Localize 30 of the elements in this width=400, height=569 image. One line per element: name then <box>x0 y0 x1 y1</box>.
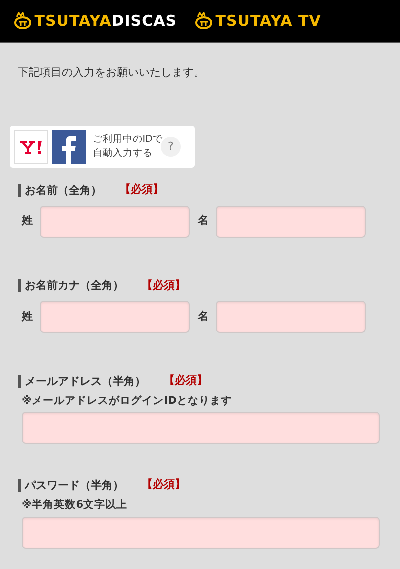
field-label: 姓 <box>22 308 34 325</box>
tsutaya-logo-icon <box>195 12 214 30</box>
intro-text: 下記項目の入力をお願いいたします。 <box>17 65 206 81</box>
text-input[interactable] <box>22 516 380 548</box>
text-input[interactable] <box>22 412 380 444</box>
field-label: 姓 <box>22 213 34 230</box>
field-label: メールアドレス（半角） <box>18 374 146 388</box>
required-label: 【必須】 <box>142 477 186 494</box>
facebook-logo-icon <box>61 136 77 164</box>
facebook-login-button[interactable] <box>52 130 86 164</box>
yahoo-login-button[interactable] <box>14 130 48 164</box>
required-label: 【必須】 <box>142 278 186 294</box>
field-label: お名前（全角） <box>18 184 102 197</box>
tsutaya-logo-icon <box>14 12 32 30</box>
text-input[interactable] <box>40 206 190 238</box>
text-input[interactable] <box>216 301 366 333</box>
text-input[interactable] <box>216 206 366 238</box>
help-button[interactable]: ? <box>160 137 181 157</box>
field-note: ※半角英数6文字以上 <box>22 498 129 513</box>
required-label: 【必須】 <box>164 373 208 389</box>
text-input[interactable] <box>40 301 190 333</box>
field-label: お名前カナ（全角） <box>18 279 124 292</box>
field-label: 名 <box>198 213 210 230</box>
field-label: 名 <box>198 308 210 325</box>
field-label: パスワード（半角） <box>18 479 124 492</box>
logo-text[interactable]: TSUTAYA TV <box>216 10 322 32</box>
social-login-text: ご利用中のIDで 自動入力する <box>92 133 163 161</box>
field-note: ※メールアドレスがログインIDとなります <box>22 394 233 408</box>
required-label: 【必須】 <box>120 182 164 198</box>
logo-text[interactable]: TSUTAYADISCAS <box>34 10 178 32</box>
